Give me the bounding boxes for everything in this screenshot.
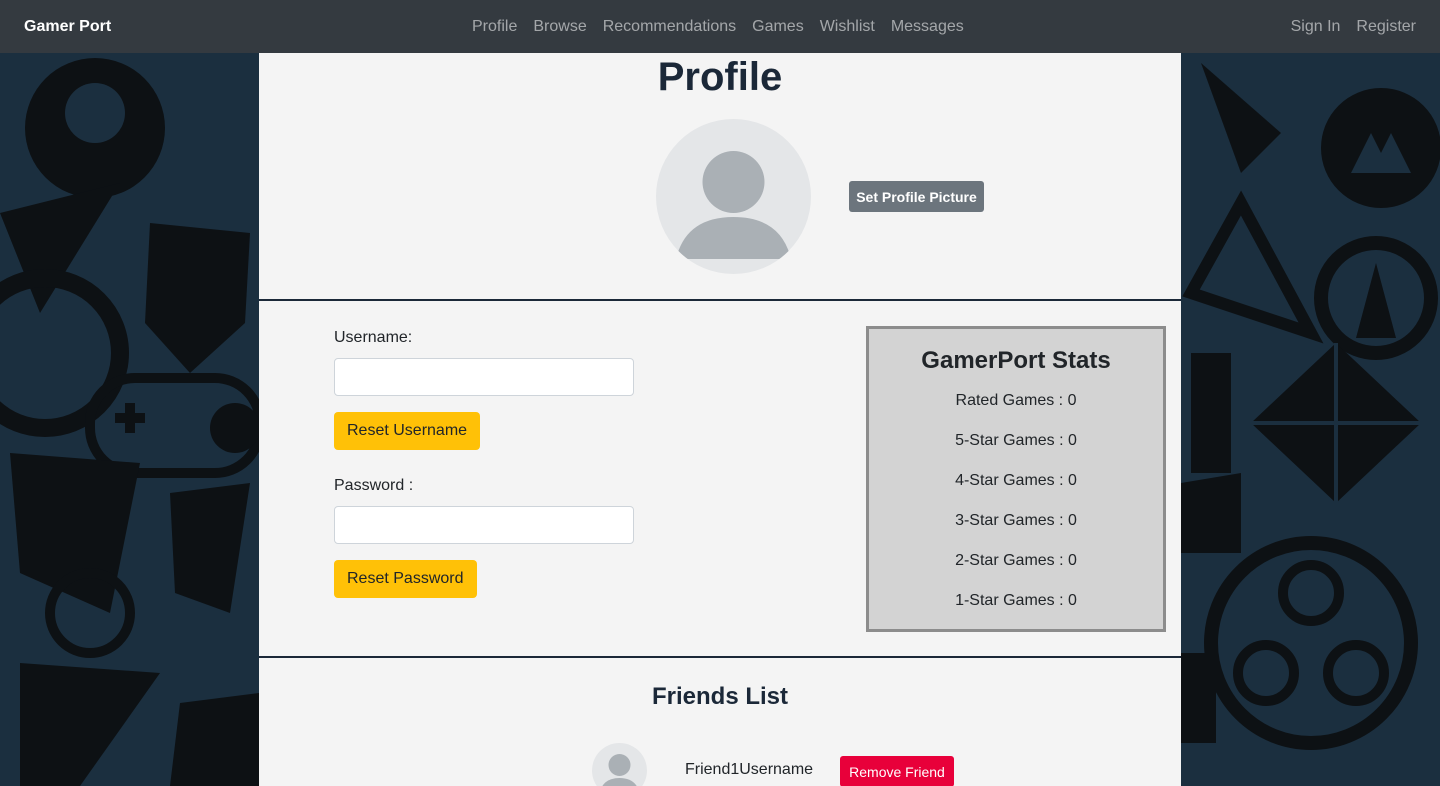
password-label: Password : — [334, 477, 414, 494]
background-art-right — [1181, 53, 1440, 786]
stats-panel: GamerPort Stats Rated Games : 0 5-Star G… — [866, 326, 1166, 632]
password-input[interactable] — [334, 506, 634, 544]
background-art-left — [0, 53, 259, 786]
nav-games[interactable]: Games — [744, 0, 812, 53]
friend-list-item: Friend1Username Remove Friend — [259, 743, 1181, 786]
nav-recommendations[interactable]: Recommendations — [595, 0, 744, 53]
section-divider — [259, 656, 1181, 658]
nav-messages[interactable]: Messages — [883, 0, 972, 53]
main-nav: Profile Browse Recommendations Games Wis… — [464, 0, 972, 53]
friends-list-title: Friends List — [651, 683, 789, 710]
profile-panel: Profile Set Profile Picture Username: Re… — [259, 53, 1181, 786]
reset-password-button[interactable]: Reset Password — [334, 560, 477, 598]
friend-username[interactable]: Friend1Username — [685, 761, 813, 779]
stat-1-star-games: 1-Star Games : 0 — [955, 592, 1077, 609]
username-label: Username: — [334, 329, 413, 346]
nav-register[interactable]: Register — [1348, 0, 1424, 53]
set-profile-picture-button[interactable]: Set Profile Picture — [849, 181, 984, 212]
page-title: Profile — [657, 55, 783, 99]
username-input[interactable] — [334, 358, 634, 396]
nav-wishlist[interactable]: Wishlist — [812, 0, 883, 53]
stat-3-star-games: 3-Star Games : 0 — [955, 512, 1077, 529]
nav-profile[interactable]: Profile — [464, 0, 525, 53]
section-divider — [259, 299, 1181, 301]
stat-4-star-games: 4-Star Games : 0 — [955, 472, 1077, 489]
brand-link[interactable]: Gamer Port — [24, 0, 111, 53]
remove-friend-button[interactable]: Remove Friend — [840, 756, 954, 786]
stat-2-star-games: 2-Star Games : 0 — [955, 552, 1077, 569]
profile-avatar — [656, 119, 811, 274]
reset-username-button[interactable]: Reset Username — [334, 412, 481, 450]
nav-browse[interactable]: Browse — [525, 0, 594, 53]
stats-title: GamerPort Stats — [921, 347, 1111, 374]
stat-5-star-games: 5-Star Games : 0 — [955, 432, 1077, 449]
stat-rated-games: Rated Games : 0 — [955, 392, 1077, 409]
friend-avatar — [592, 743, 647, 786]
nav-sign-in[interactable]: Sign In — [1283, 0, 1349, 53]
user-silhouette-icon — [602, 754, 637, 786]
top-navbar: Gamer Port Profile Browse Recommendation… — [0, 0, 1440, 53]
user-silhouette-icon — [676, 151, 791, 259]
auth-nav: Sign In Register — [1283, 0, 1424, 53]
